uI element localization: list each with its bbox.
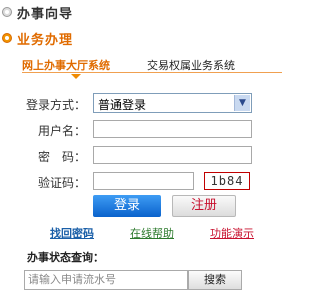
login-mode-value: 普通登录: [98, 98, 147, 112]
login-mode-select[interactable]: 普通登录 ▼: [93, 93, 252, 113]
chevron-down-icon[interactable]: ▼: [234, 95, 250, 111]
status-query-title: 办事状态查询：: [27, 251, 104, 264]
register-button[interactable]: 注册: [172, 195, 236, 217]
tab-underline: [22, 72, 282, 73]
online-help-link[interactable]: 在线帮助: [130, 225, 174, 241]
login-button[interactable]: 登录: [93, 195, 161, 217]
nav-guide-heading[interactable]: 办事向导: [17, 3, 73, 22]
guide-bullet-icon: [2, 7, 12, 17]
demo-link[interactable]: 功能演示: [210, 225, 254, 241]
business-bullet-icon: [2, 33, 12, 43]
captcha-label: 验证码：: [37, 176, 86, 190]
tab-trade-system[interactable]: 交易权属业务系统: [147, 57, 235, 73]
tab-online-hall[interactable]: 网上办事大厅系统: [22, 57, 110, 73]
captcha-image[interactable]: 1b84: [204, 172, 250, 190]
serial-number-input[interactable]: 请输入申请流水号: [24, 270, 188, 290]
username-field[interactable]: [93, 120, 252, 138]
username-label: 用户名：: [37, 124, 86, 138]
password-label: 密 码：: [37, 150, 86, 164]
search-button[interactable]: 搜索: [188, 270, 242, 290]
retrieve-password-link[interactable]: 找回密码: [50, 225, 94, 241]
login-mode-label: 登录方式：: [25, 98, 86, 112]
password-field[interactable]: [93, 146, 252, 164]
tab-active-caret-icon: [71, 74, 81, 79]
nav-business-heading[interactable]: 业务办理: [17, 29, 73, 48]
captcha-field[interactable]: [93, 172, 194, 190]
